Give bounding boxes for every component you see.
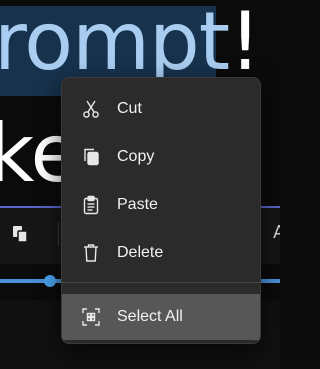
menu-item-delete[interactable]: Delete	[66, 231, 256, 275]
slider-thumb[interactable]	[44, 275, 56, 287]
menu-item-cut[interactable]: Cut	[66, 87, 256, 131]
unselected-text: !	[229, 0, 261, 88]
menu-item-copy[interactable]: Copy	[66, 135, 256, 179]
app-window: rompt! ke A Cut Copy Paste Delete Select…	[0, 0, 280, 369]
menu-divider	[62, 282, 260, 283]
menu-item-paste[interactable]: Paste	[66, 183, 256, 227]
context-menu: Cut Copy Paste Delete Select All	[61, 77, 261, 344]
menu-item-label: Delete	[117, 244, 164, 261]
copy-format-icon[interactable]	[10, 224, 30, 244]
paste-icon	[80, 194, 102, 216]
font-style-letter[interactable]: A	[273, 222, 280, 243]
selected-text-prefix: r	[0, 0, 25, 88]
menu-item-select-all[interactable]: Select All	[62, 294, 260, 340]
menu-item-label: Paste	[117, 196, 158, 213]
copy-icon	[80, 146, 102, 168]
scissors-icon	[80, 98, 102, 120]
menu-item-label: Copy	[117, 148, 155, 165]
trash-icon	[80, 242, 102, 264]
select-all-icon	[80, 306, 102, 328]
toolbar-divider	[58, 222, 59, 246]
selected-text: ompt	[24, 0, 230, 88]
menu-item-label: Cut	[117, 100, 142, 117]
menu-item-label: Select All	[117, 308, 183, 325]
